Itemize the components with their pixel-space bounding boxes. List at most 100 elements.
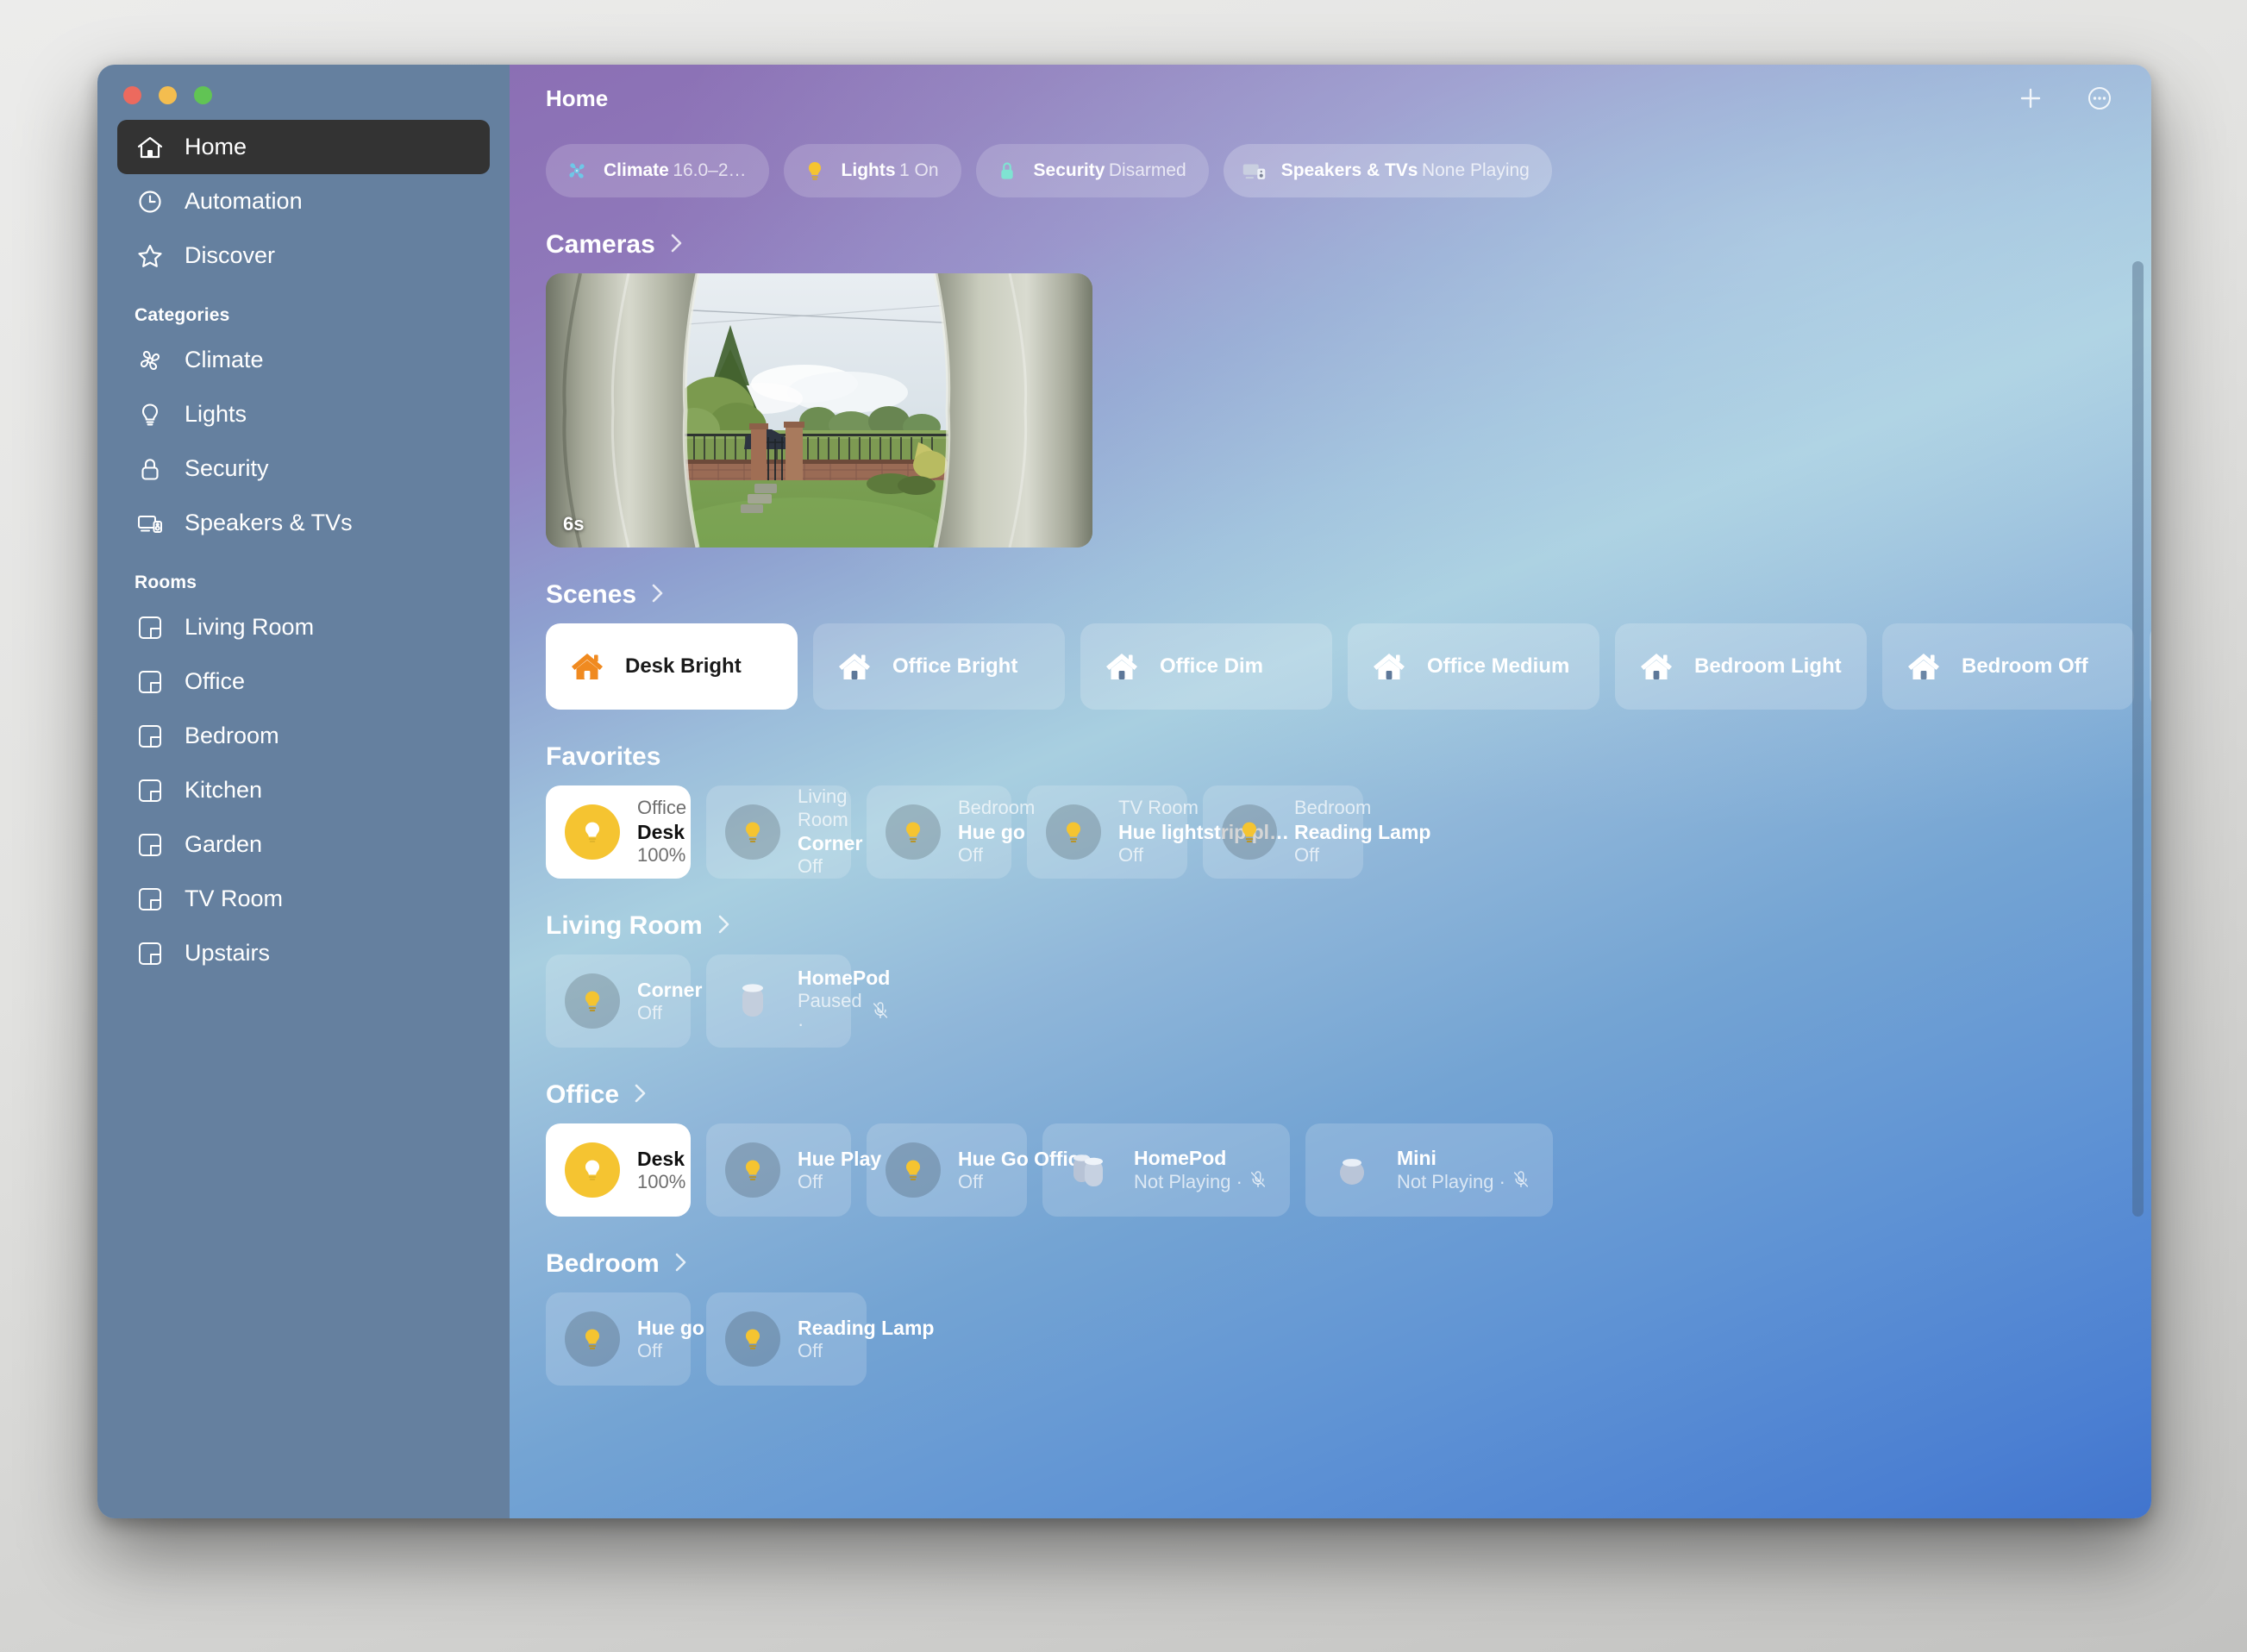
accessory-name: Hue go [637, 1316, 704, 1339]
bulb-icon [565, 973, 620, 1029]
sidebar-header-categories: Categories [135, 305, 230, 325]
accessory-name: Hue go [958, 820, 1025, 843]
scene-card-office-medium[interactable]: Office Medium [1348, 623, 1599, 710]
accessory-card-hue-go-office[interactable]: Hue Go Office Off [867, 1123, 1090, 1217]
status-pill-title: Speakers & TVs [1280, 160, 1418, 180]
sidebar-item-climate[interactable]: Climate [117, 333, 490, 387]
accessory-state: Not Playing · [1397, 1170, 1530, 1195]
status-pill-speakers-tvs[interactable]: Speakers & TVs None Playing [1223, 144, 1552, 197]
accessory-card-bedroom-hue-go[interactable]: Bedroom Hue go Off [867, 785, 1035, 879]
home-app-window: Home Automation Discover Categories Clim… [97, 65, 2151, 1518]
scene-card-office-bright[interactable]: Office Bright [813, 623, 1065, 710]
camera-preview-image [546, 273, 1092, 548]
sidebar-item-upstairs[interactable]: Upstairs [117, 926, 490, 980]
scene-card-bedroom-light[interactable]: Bedroom Light [1615, 623, 1867, 710]
sidebar-item-label: Security [185, 455, 269, 481]
room-icon [135, 829, 166, 860]
speaker-tv-icon [135, 508, 166, 539]
house-icon [1370, 648, 1408, 685]
room-icon [135, 612, 166, 643]
scene-label: Desk Bright [625, 654, 742, 678]
bulb-icon [565, 804, 620, 860]
scene-row: Desk Bright Office Bright Office Dim Off… [510, 623, 2151, 710]
sidebar-item-automation[interactable]: Automation [117, 174, 490, 228]
accessory-card-bedroom-reading-lamp[interactable]: Bedroom Reading Lamp Off [1203, 785, 1430, 879]
section-header-office[interactable]: Office [510, 1080, 2151, 1110]
add-button[interactable] [2015, 83, 2046, 114]
camera-tile-garden[interactable]: 6s [546, 273, 1092, 548]
section-header-bedroom[interactable]: Bedroom [510, 1249, 2151, 1279]
sidebar-item-home[interactable]: Home [117, 120, 490, 174]
section-header-favorites: Favorites [510, 742, 2151, 772]
traffic-lights [123, 86, 212, 104]
sidebar-item-speakers-tvs[interactable]: Speakers & TVs [117, 496, 490, 550]
bulb-icon [565, 1142, 620, 1198]
zoom-button[interactable] [194, 86, 212, 104]
more-options-button[interactable] [2084, 83, 2115, 114]
scene-card-desk-bright[interactable]: Desk Bright [546, 623, 798, 710]
accessory-card-office-mini[interactable]: Mini Not Playing · [1305, 1123, 1553, 1217]
accessory-room: Bedroom [1294, 797, 1372, 819]
bulb-icon [800, 156, 829, 185]
sidebar-item-label: Lights [185, 401, 247, 427]
page-title: Home [546, 84, 609, 111]
sidebar-item-garden[interactable]: Garden [117, 817, 490, 872]
sidebar: Home Automation Discover Categories Clim… [97, 65, 510, 1518]
sidebar-item-office[interactable]: Office [117, 654, 490, 709]
accessory-card-living-room-homepod[interactable]: HomePod Paused · [706, 954, 890, 1048]
close-button[interactable] [123, 86, 141, 104]
accessory-name: HomePod [798, 967, 891, 990]
accessory-state-text: Paused · [798, 990, 862, 1036]
status-pill-security[interactable]: Security Disarmed [975, 144, 1209, 197]
sidebar-item-label: Kitchen [185, 777, 263, 803]
accessory-card-office-desk[interactable]: Office Desk 100% [546, 785, 691, 879]
bulb-icon [725, 804, 780, 860]
section-header-cameras[interactable]: Cameras [510, 230, 2151, 260]
sidebar-item-tv-room[interactable]: TV Room [117, 872, 490, 926]
accessory-card-corner[interactable]: Corner Off [546, 954, 702, 1048]
accessory-card-bedroom-reading-lamp-2[interactable]: Reading Lamp Off [706, 1292, 934, 1386]
minimize-button[interactable] [159, 86, 177, 104]
bedroom-row: Hue go Off Reading Lamp Off [510, 1292, 2151, 1386]
sidebar-item-kitchen[interactable]: Kitchen [117, 763, 490, 817]
accessory-name: HomePod [1134, 1146, 1227, 1169]
accessory-card-bedroom-hue-go-2[interactable]: Hue go Off [546, 1292, 704, 1386]
scene-card-overflow[interactable] [2150, 623, 2151, 710]
section-header-living-room[interactable]: Living Room [510, 911, 2151, 941]
accessory-card-living-room-corner[interactable]: Living Room Corner Off [706, 785, 862, 879]
homepod-pair-icon [1061, 1142, 1117, 1198]
accessory-state-text: Not Playing · [1396, 1170, 1505, 1192]
mic-muted-icon [1512, 1170, 1530, 1195]
status-pill-lights[interactable]: Lights 1 On [783, 144, 961, 197]
section-header-scenes[interactable]: Scenes [510, 580, 2151, 610]
sidebar-item-security[interactable]: Security [117, 441, 490, 496]
accessory-state: Off [958, 844, 983, 867]
accessory-card-office-homepod-pair[interactable]: HomePod Not Playing · [1042, 1123, 1290, 1217]
scene-card-office-dim[interactable]: Office Dim [1080, 623, 1332, 710]
scene-card-bedroom-off[interactable]: Bedroom Off [1882, 623, 2134, 710]
sidebar-item-lights[interactable]: Lights [117, 387, 490, 441]
fan-icon [562, 156, 591, 185]
accessory-card-office-desk-2[interactable]: Desk 100% [546, 1123, 691, 1217]
accessory-state: Off [1294, 844, 1319, 867]
sidebar-list: Home Automation Discover Categories Clim… [117, 65, 490, 980]
section-title: Cameras [546, 230, 655, 259]
chevron-right-icon [633, 1081, 648, 1110]
accessory-room: Living Room [798, 785, 848, 830]
sidebar-item-bedroom[interactable]: Bedroom [117, 709, 490, 763]
vertical-scrollbar[interactable] [2132, 261, 2144, 1217]
status-pill-climate[interactable]: Climate 16.0–2… [546, 144, 769, 197]
status-pill-title: Lights [841, 160, 896, 180]
accessory-state: Off [798, 1339, 823, 1361]
room-icon [135, 721, 166, 752]
accessory-card-hue-play[interactable]: Hue Play Off [706, 1123, 881, 1217]
sidebar-item-living-room[interactable]: Living Room [117, 600, 490, 654]
sidebar-item-discover[interactable]: Discover [117, 228, 490, 283]
titlebar: Home [510, 65, 2151, 132]
sidebar-item-label: Bedroom [185, 723, 279, 748]
chevron-right-icon [673, 1250, 689, 1279]
accessory-card-tv-room-hue-lightstrip[interactable]: TV Room Hue lightstrip pl… Off [1027, 785, 1289, 879]
office-row: Desk 100% Hue Play Off Hue Go Office Off… [510, 1123, 2151, 1217]
house-icon [836, 648, 873, 685]
accessory-state: 100% [637, 844, 686, 867]
